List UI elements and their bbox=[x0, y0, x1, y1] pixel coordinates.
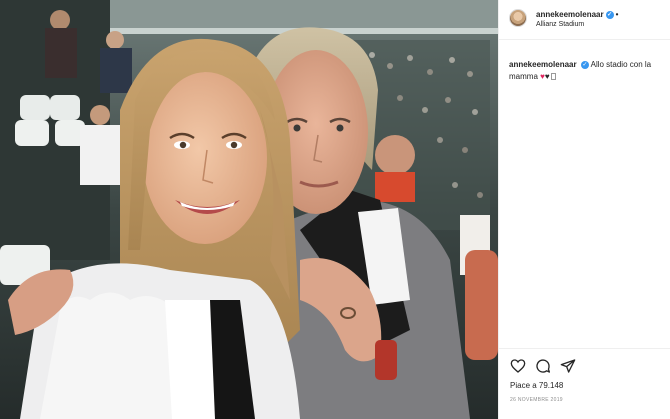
heart-outline-icon[interactable] bbox=[510, 358, 526, 374]
verified-badge-icon: ✓ bbox=[605, 10, 614, 19]
comment-bubble-icon[interactable] bbox=[535, 358, 551, 374]
username-link[interactable]: annekeemolenaar bbox=[536, 10, 604, 19]
avatar[interactable] bbox=[509, 9, 527, 27]
caption-verified-badge-icon: ✓ bbox=[580, 60, 589, 69]
post-side-panel: annekeemolenaar ✓ • Allianz Stadium anneke… bbox=[498, 0, 670, 419]
black-heart-emoji-icon: ♥ bbox=[544, 72, 550, 81]
post-header: annekeemolenaar ✓ • Allianz Stadium bbox=[499, 0, 670, 40]
paper-plane-icon[interactable] bbox=[560, 358, 576, 374]
separator-dot: • bbox=[615, 10, 619, 19]
post-caption: annekeemolenaar ✓ Allo stadio con la mam… bbox=[509, 59, 664, 83]
location-link[interactable]: Allianz Stadium bbox=[536, 21, 584, 28]
post-username-row: annekeemolenaar ✓ • bbox=[536, 10, 618, 19]
post-photo[interactable] bbox=[0, 0, 498, 419]
instagram-post: annekeemolenaar ✓ • Allianz Stadium anneke… bbox=[0, 0, 670, 419]
post-actions: Piace a 79.148 26 NOVEMBRE 2019 bbox=[499, 348, 670, 418]
caption-username-link[interactable]: annekeemolenaar bbox=[509, 60, 577, 69]
stadium-selfie-image bbox=[0, 0, 498, 419]
post-date: 26 NOVEMBRE 2019 bbox=[510, 397, 563, 403]
likes-count[interactable]: Piace a 79.148 bbox=[510, 381, 563, 390]
unrendered-emoji-icon bbox=[550, 73, 556, 81]
